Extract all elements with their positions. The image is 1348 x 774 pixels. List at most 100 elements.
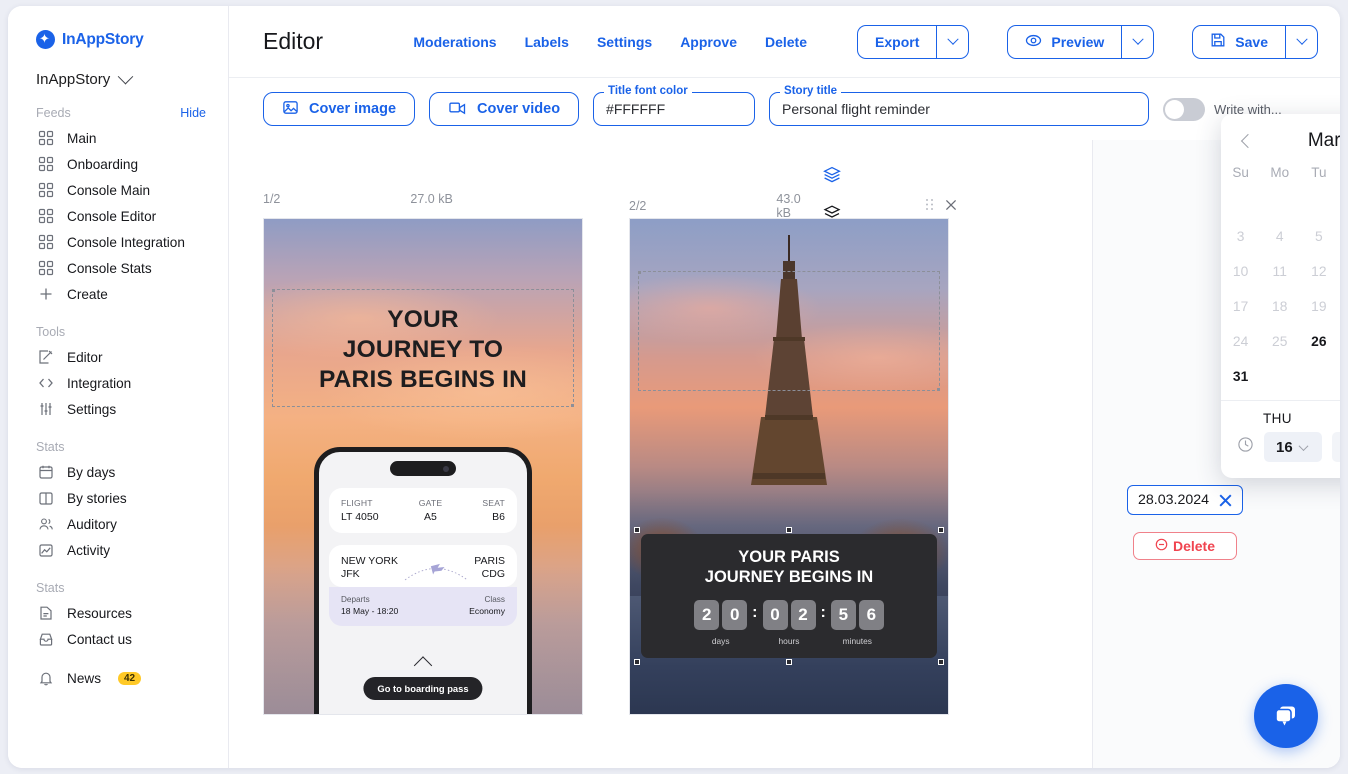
brand[interactable]: InAppStory <box>8 26 228 49</box>
departs-value: 18 May - 18:20 <box>341 606 399 616</box>
sidebar-item-news[interactable]: News 42 <box>8 665 228 691</box>
schedule-date-input[interactable]: 28.03.2024 <box>1127 485 1244 515</box>
document-icon <box>38 605 54 621</box>
sidebar-item-label: Console Stats <box>67 260 152 276</box>
calendar-day[interactable]: 18 <box>1260 289 1299 324</box>
video-camera-icon <box>448 99 467 120</box>
delete-schedule-button[interactable]: Delete <box>1133 532 1237 560</box>
calendar-day[interactable]: 6 <box>1338 219 1340 254</box>
chevron-left-icon[interactable] <box>1235 128 1261 154</box>
slide-2-selection-box[interactable] <box>638 271 940 391</box>
days-digit-1: 2 <box>694 599 720 630</box>
sidebar-item-onboarding[interactable]: Onboarding <box>8 151 228 177</box>
chevron-down-icon <box>1132 33 1144 45</box>
sidebar-item-by-stories[interactable]: By stories <box>8 485 228 511</box>
sidebar-item-console-stats[interactable]: Console Stats <box>8 255 228 281</box>
calendar-day[interactable]: 20 <box>1338 289 1340 324</box>
top-link-delete[interactable]: Delete <box>765 34 807 50</box>
floppy-disk-icon <box>1210 32 1226 51</box>
calendar-day[interactable]: 17 <box>1221 289 1260 324</box>
sidebar-item-label: Settings <box>67 401 117 417</box>
sidebar-item-console-integration[interactable]: Console Integration <box>8 229 228 255</box>
cover-video-button[interactable]: Cover video <box>429 92 580 126</box>
delete-label: Delete <box>1172 538 1216 554</box>
countdown-title: YOUR PARIS JOURNEY BEGINS IN <box>653 548 925 588</box>
minutes-label: minutes <box>842 635 872 646</box>
calendar-day[interactable]: 26 <box>1299 324 1338 359</box>
chat-button[interactable] <box>1254 684 1318 748</box>
calendar-day-empty <box>1260 359 1299 394</box>
calendar-day[interactable]: 25 <box>1260 324 1299 359</box>
save-button[interactable]: Save <box>1192 24 1285 59</box>
top-link-moderations[interactable]: Moderations <box>413 34 496 50</box>
close-icon[interactable] <box>944 198 958 215</box>
slide-2-canvas[interactable]: YOUR PARIS JOURNEY BEGINS IN 2 0 days: … <box>629 218 949 715</box>
layers-active-icon[interactable] <box>821 164 843 186</box>
close-icon[interactable] <box>1217 492 1234 509</box>
sidebar-item-create[interactable]: Create <box>8 281 228 307</box>
calendar-day[interactable]: 13 <box>1338 254 1340 289</box>
slide-1-title-line-1: YOUR <box>387 306 459 333</box>
top-link-labels[interactable]: Labels <box>525 34 569 50</box>
sidebar-item-resources[interactable]: Resources <box>8 600 228 626</box>
slide-2-meta: 2/2 43.0 kB <box>629 192 956 220</box>
hour-select[interactable]: 16 <box>1264 432 1322 462</box>
countdown-widget[interactable]: YOUR PARIS JOURNEY BEGINS IN 2 0 days: … <box>634 527 944 665</box>
publish-toggle[interactable] <box>1163 97 1206 121</box>
sidebar-item-main[interactable]: Main <box>8 125 228 151</box>
top-link-settings[interactable]: Settings <box>597 34 652 50</box>
sidebar-item-editor[interactable]: Editor <box>8 344 228 370</box>
hours-digit-1: 0 <box>762 599 788 630</box>
workspace-switcher[interactable]: InAppStory <box>8 49 228 88</box>
sidebar-item-contact-us[interactable]: Contact us <box>8 626 228 652</box>
sidebar-item-auditory[interactable]: Auditory <box>8 511 228 537</box>
export-button[interactable]: Export <box>857 24 937 59</box>
calendar-day[interactable]: 5 <box>1299 219 1338 254</box>
drag-handle-icon[interactable] <box>925 198 934 214</box>
calendar-day[interactable]: 31 <box>1221 359 1260 394</box>
sidebar-item-settings[interactable]: Settings <box>8 396 228 422</box>
section-title: Feeds <box>36 106 71 120</box>
top-link-approve[interactable]: Approve <box>680 34 737 50</box>
sidebar-item-label: By stories <box>67 490 127 506</box>
sidebar-item-label: Activity <box>67 542 111 558</box>
calendar-day[interactable]: 4 <box>1260 219 1299 254</box>
calendar-header: March 2024 <box>1221 122 1340 158</box>
preview-button[interactable]: Preview <box>1007 24 1122 59</box>
schedule-date-group: 28.03.2024 Delete <box>1127 485 1244 560</box>
boarding-pass-button[interactable]: Go to boarding pass <box>363 677 483 700</box>
export-dropdown-button[interactable] <box>936 24 970 59</box>
slide-1-canvas[interactable]: YOUR JOURNEY TO PARIS BEGINS IN FLIGHT L… <box>263 218 583 715</box>
calendar-day[interactable]: 24 <box>1221 324 1260 359</box>
calendar-day[interactable]: 10 <box>1221 254 1260 289</box>
cover-image-button[interactable]: Cover image <box>263 92 416 126</box>
hide-feeds-button[interactable]: Hide <box>180 106 206 120</box>
sidebar-item-by-days[interactable]: By days <box>8 459 228 485</box>
chart-line-icon <box>38 542 54 558</box>
inbox-icon <box>38 631 54 647</box>
slide-2[interactable]: YOUR PARIS JOURNEY BEGINS IN 2 0 days: … <box>629 218 949 715</box>
departure-footer: Departs 18 May - 18:20 Class Economy <box>329 587 517 626</box>
sidebar-item-integration[interactable]: Integration <box>8 370 228 396</box>
save-dropdown-button[interactable] <box>1285 24 1318 59</box>
slide-1[interactable]: YOUR JOURNEY TO PARIS BEGINS IN FLIGHT L… <box>263 218 583 715</box>
days-label: days <box>711 635 730 646</box>
calendar-icon <box>38 464 54 480</box>
story-title-field[interactable]: Story title Personal flight reminder <box>769 85 1150 126</box>
sidebar-item-console-editor[interactable]: Console Editor <box>8 203 228 229</box>
topbar: Editor Moderations Labels Settings Appro… <box>229 6 1340 78</box>
preview-dropdown-button[interactable] <box>1121 24 1155 59</box>
minute-select[interactable]: 30 <box>1332 432 1340 462</box>
minutes-digit-1: 5 <box>830 599 856 630</box>
calendar-day[interactable]: 27 <box>1338 324 1340 359</box>
calendar-day[interactable]: 12 <box>1299 254 1338 289</box>
sidebar-item-console-main[interactable]: Console Main <box>8 177 228 203</box>
sidebar-item-activity[interactable]: Activity <box>8 537 228 563</box>
calendar-day[interactable]: 3 <box>1221 219 1260 254</box>
title-font-color-field[interactable]: Title font color #FFFFFF <box>593 85 756 126</box>
sidebar-item-label: Create <box>67 286 108 302</box>
cover-image-label: Cover image <box>309 101 397 117</box>
calendar-day[interactable]: 11 <box>1260 254 1299 289</box>
calendar-day[interactable]: 19 <box>1299 289 1338 324</box>
calendar-week-row: 31 <box>1221 359 1340 394</box>
